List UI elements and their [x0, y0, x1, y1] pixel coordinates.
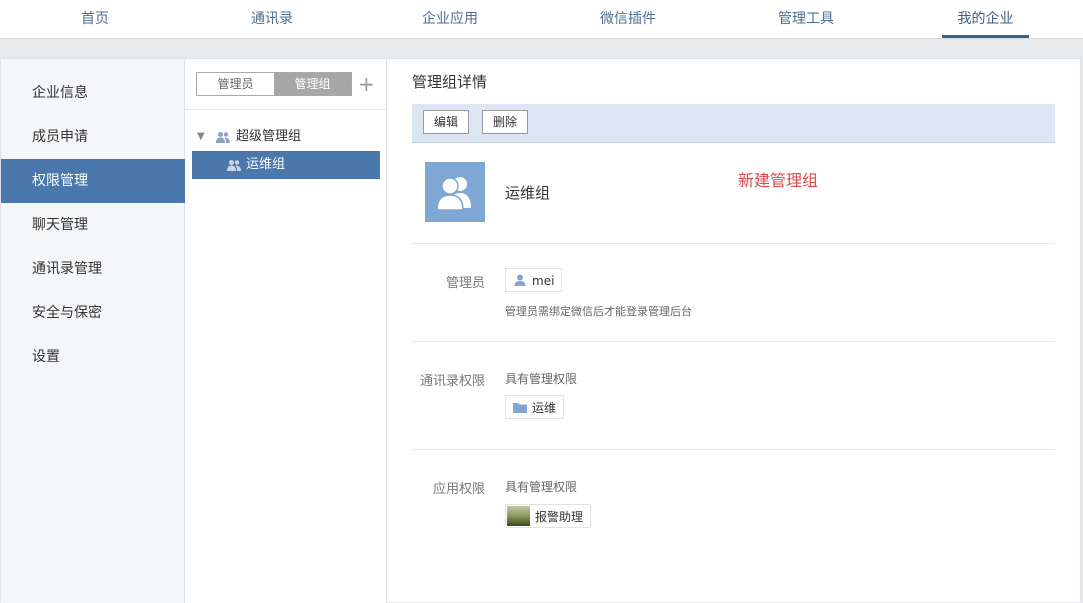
- apps-permission-label: 应用权限: [432, 482, 485, 497]
- group-avatar-icon: [436, 177, 471, 211]
- group-detail-panel: 管理组详情 编辑 删除 运维组 新建管理组 管理员 mei 管理员需绑定微信后才: [387, 59, 1081, 603]
- tree-node-label: 超级管理组: [236, 129, 302, 144]
- app-thumbnail: [507, 506, 530, 526]
- sidebar-item-enterprise-info[interactable]: 企业信息: [1, 71, 185, 115]
- sidebar-item-settings[interactable]: 设置: [1, 335, 185, 379]
- nav-admin-tools[interactable]: 管理工具: [766, 0, 846, 38]
- nav-active-indicator: [942, 35, 1029, 38]
- delete-button[interactable]: 删除: [482, 110, 529, 134]
- tree-node-super-admin-group[interactable]: ▼ 超级管理组: [193, 123, 379, 151]
- apps-permission-subtitle: 具有管理权限: [505, 480, 578, 494]
- admins-hint: 管理员需绑定微信后才能登录管理后台: [505, 305, 692, 318]
- group-avatar: [425, 162, 485, 222]
- nav-home[interactable]: 首页: [55, 0, 135, 38]
- tab-admins[interactable]: 管理员: [197, 73, 274, 95]
- user-icon: [514, 274, 526, 286]
- people-icon: [216, 132, 230, 143]
- contacts-permission-label: 通讯录权限: [419, 374, 485, 389]
- people-icon: [227, 160, 241, 171]
- settings-sidebar: 企业信息 成员申请 权限管理 聊天管理 通讯录管理 安全与保密 设置: [1, 59, 185, 603]
- sidebar-item-permissions[interactable]: 权限管理: [1, 159, 185, 203]
- nav-enterprise-apps[interactable]: 企业应用: [410, 0, 490, 38]
- app-chip[interactable]: 报警助理: [505, 504, 592, 528]
- app-name: 报警助理: [535, 510, 584, 524]
- sidebar-item-chat-management[interactable]: 聊天管理: [1, 203, 185, 247]
- admins-label: 管理员: [445, 276, 485, 291]
- admin-group-tree-panel: 管理员 管理组 + ▼ 超级管理组 运维组: [185, 59, 387, 603]
- main-panel: 企业信息 成员申请 权限管理 聊天管理 通讯录管理 安全与保密 设置 管理员 管…: [0, 58, 1081, 603]
- detail-toolbar: 编辑 删除: [412, 104, 1055, 143]
- tree-divider: [185, 109, 386, 110]
- admin-view-switch: 管理员 管理组: [196, 72, 352, 96]
- contacts-scope-chip[interactable]: 运维: [505, 395, 565, 419]
- tab-admin-groups[interactable]: 管理组: [274, 73, 351, 95]
- tree-node-label: 运维组: [246, 157, 286, 172]
- divider: [412, 341, 1055, 342]
- folder-icon: [513, 403, 527, 413]
- plus-icon[interactable]: +: [358, 71, 375, 97]
- sidebar-item-security[interactable]: 安全与保密: [1, 291, 185, 335]
- edit-button[interactable]: 编辑: [423, 110, 470, 134]
- nav-contacts[interactable]: 通讯录: [232, 0, 312, 38]
- admin-chip[interactable]: mei: [505, 268, 563, 292]
- group-name: 运维组: [505, 184, 551, 202]
- new-admin-group-link[interactable]: 新建管理组: [738, 167, 818, 191]
- admin-name: mei: [532, 274, 555, 288]
- nav-wechat-plugins[interactable]: 微信插件: [588, 0, 668, 38]
- sidebar-item-member-requests[interactable]: 成员申请: [1, 115, 185, 159]
- caret-down-icon[interactable]: ▼: [197, 123, 205, 151]
- top-nav: 首页 通讯录 企业应用 微信插件 管理工具 我的企业: [0, 0, 1083, 39]
- page-title: 管理组详情: [412, 73, 488, 91]
- divider: [412, 449, 1055, 450]
- contacts-permission-subtitle: 具有管理权限: [505, 372, 578, 386]
- tree-node-ops-group[interactable]: 运维组: [192, 151, 380, 179]
- nav-my-enterprise[interactable]: 我的企业: [942, 0, 1029, 38]
- divider: [412, 243, 1055, 244]
- sidebar-item-contacts-management[interactable]: 通讯录管理: [1, 247, 185, 291]
- contacts-scope-name: 运维: [532, 401, 557, 415]
